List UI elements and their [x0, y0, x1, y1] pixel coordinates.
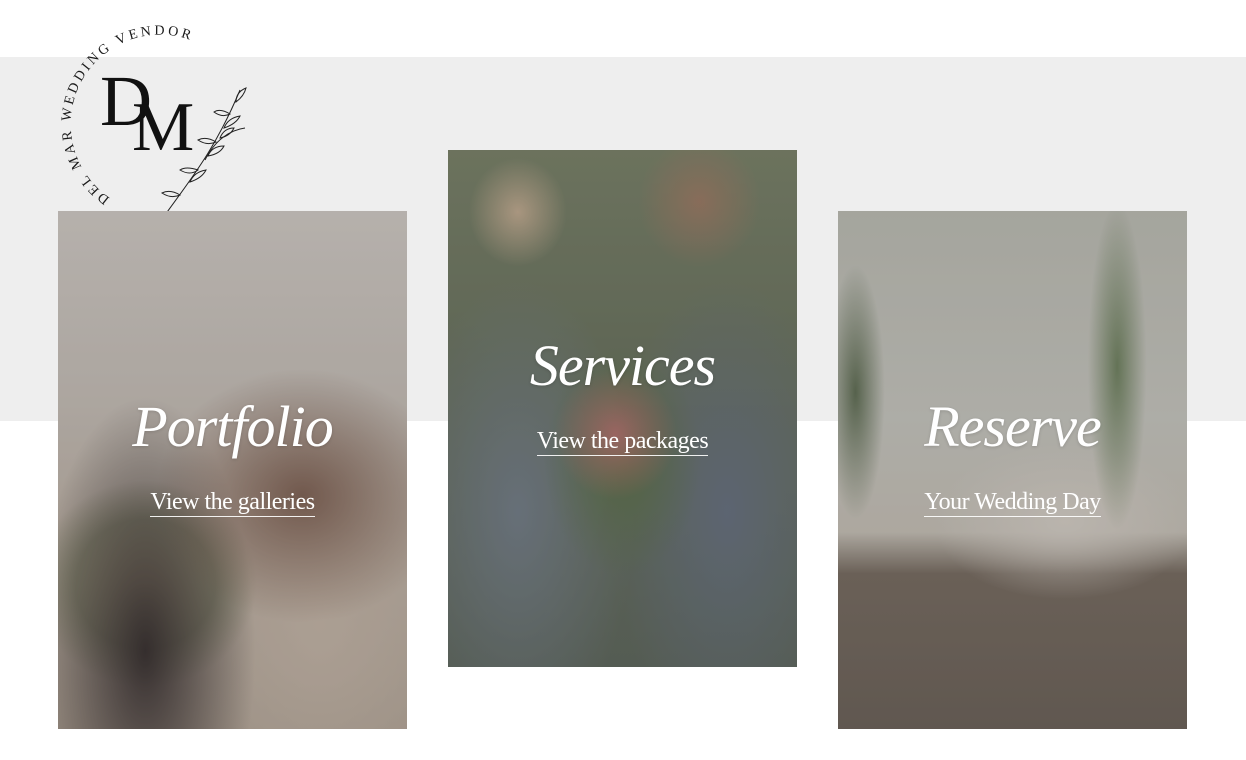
services-title: Services	[529, 333, 716, 398]
services-link[interactable]: View the packages	[448, 428, 797, 456]
site-logo[interactable]: DEL MAR WEDDING VENDOR D M	[40, 10, 270, 225]
reserve-title: Reserve	[924, 394, 1102, 459]
services-link-label[interactable]: View the packages	[536, 428, 709, 456]
portfolio-link-label[interactable]: View the galleries	[150, 489, 315, 517]
logo-monogram-m: M	[132, 89, 194, 166]
services-card[interactable]: Services View the packages	[448, 150, 797, 667]
reserve-link[interactable]: Your Wedding Day	[838, 489, 1187, 517]
logo-graphic: DEL MAR WEDDING VENDOR D M	[59, 24, 247, 216]
portfolio-title: Portfolio	[132, 394, 333, 459]
reserve-card[interactable]: Reserve Your Wedding Day	[838, 211, 1187, 729]
reserve-link-label[interactable]: Your Wedding Day	[924, 489, 1101, 517]
portfolio-card[interactable]: Portfolio View the galleries	[58, 211, 407, 729]
services-overlay	[448, 150, 797, 667]
portfolio-link[interactable]: View the galleries	[58, 489, 407, 517]
portfolio-overlay	[58, 211, 407, 729]
reserve-overlay	[838, 211, 1187, 729]
